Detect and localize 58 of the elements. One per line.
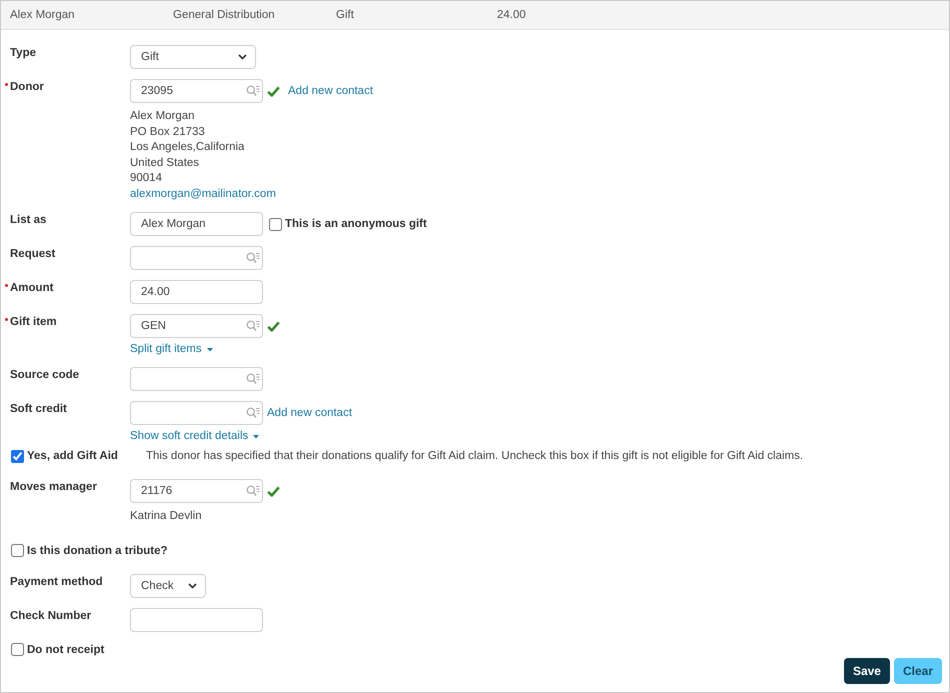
field-label: Payment method xyxy=(10,574,103,588)
save-button[interactable]: Save xyxy=(844,658,890,684)
text-field[interactable]: 24.00 xyxy=(130,280,263,304)
field-label: Request xyxy=(10,247,56,261)
search-icon xyxy=(246,373,260,385)
field-label: Check Number xyxy=(10,608,92,622)
checkbox[interactable] xyxy=(269,218,282,230)
dropdown-select[interactable]: Check xyxy=(130,574,206,598)
text-field[interactable]: Alex Morgan xyxy=(130,212,263,236)
chevron-down-icon xyxy=(188,582,197,588)
action-link[interactable]: Add new contact xyxy=(267,407,352,419)
checkbox-label: Is this donation a tribute? xyxy=(27,544,168,556)
field-label: Amount xyxy=(10,280,54,295)
chevron-down-icon xyxy=(238,54,247,60)
clear-button[interactable]: Clear xyxy=(894,658,942,684)
checkbox[interactable] xyxy=(11,544,24,557)
field-label: Gift item xyxy=(10,314,57,329)
search-icon xyxy=(246,320,260,332)
search-icon xyxy=(246,485,260,497)
checkbox-label: Yes, add Gift Aid xyxy=(27,450,118,462)
summary-cell: 24.00 xyxy=(497,9,526,21)
summary-cell: Gift xyxy=(336,9,354,21)
detail-line: Alex Morgan xyxy=(130,109,195,124)
caret-down-icon xyxy=(253,434,260,438)
lookup-field[interactable] xyxy=(130,246,263,270)
checkbox[interactable] xyxy=(11,450,24,462)
field-label: Donor xyxy=(10,79,44,94)
help-text: This donor has specified that their donations qualify for Gift Aid claim. Uncheck this box if this gift is not eligible for Gift Aid claims. xyxy=(146,450,804,462)
search-icon xyxy=(246,407,260,419)
search-icon xyxy=(246,252,260,264)
checkbox[interactable] xyxy=(11,643,24,656)
field-label: Source code xyxy=(10,368,80,382)
detail-line: United States xyxy=(130,156,200,170)
text-field[interactable] xyxy=(130,608,263,632)
email-link[interactable]: alexmorgan@mailinator.com xyxy=(130,186,276,202)
lookup-field[interactable]: 23095 xyxy=(130,79,263,103)
detail-line: 90014 xyxy=(130,171,162,186)
field-label: Type xyxy=(10,46,36,60)
lookup-field[interactable]: GEN xyxy=(130,314,263,338)
detail-line: Los Angeles,California xyxy=(130,140,244,155)
caret-down-icon xyxy=(206,348,213,352)
search-icon xyxy=(246,85,260,97)
field-label: Soft credit xyxy=(10,402,67,416)
detail-line: Katrina Devlin xyxy=(130,509,202,524)
lookup-field[interactable] xyxy=(130,367,263,391)
toggle-link[interactable]: Split gift items xyxy=(130,342,213,357)
field-label: List as xyxy=(10,213,46,227)
summary-cell: Alex Morgan xyxy=(10,9,75,21)
lookup-field[interactable] xyxy=(130,401,263,425)
checkbox-label: This is an anonymous gift xyxy=(285,218,427,230)
summary-cell: General Distribution xyxy=(173,9,275,21)
checkbox-label: Do not receipt xyxy=(27,644,104,656)
dropdown-select[interactable]: Gift xyxy=(130,45,256,69)
toggle-link[interactable]: Show soft credit details xyxy=(130,429,260,444)
field-label: Moves manager xyxy=(10,480,97,494)
detail-line: PO Box 21733 xyxy=(130,124,205,140)
action-link[interactable]: Add new contact xyxy=(288,85,374,97)
lookup-field[interactable]: 21176 xyxy=(130,479,263,503)
